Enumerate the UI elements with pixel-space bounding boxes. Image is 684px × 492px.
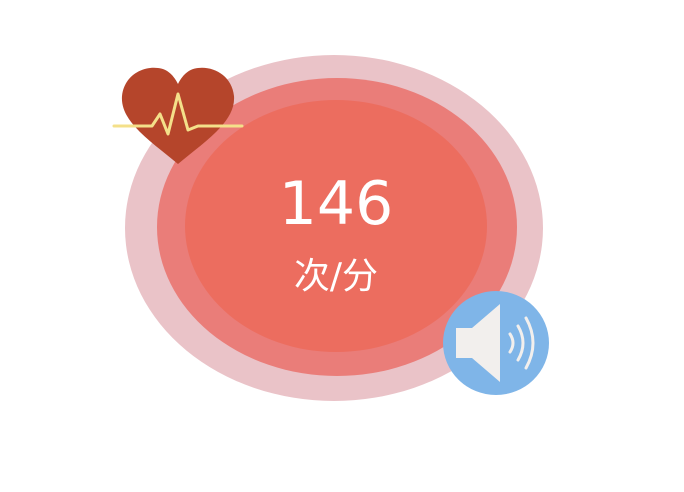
heart-rate-value: 146	[278, 169, 394, 239]
heart-rate-widget: 146 次/分	[0, 0, 684, 492]
speaker-button[interactable]	[442, 290, 550, 396]
heartbeat-icon	[112, 64, 244, 168]
heart-shape	[121, 67, 235, 164]
